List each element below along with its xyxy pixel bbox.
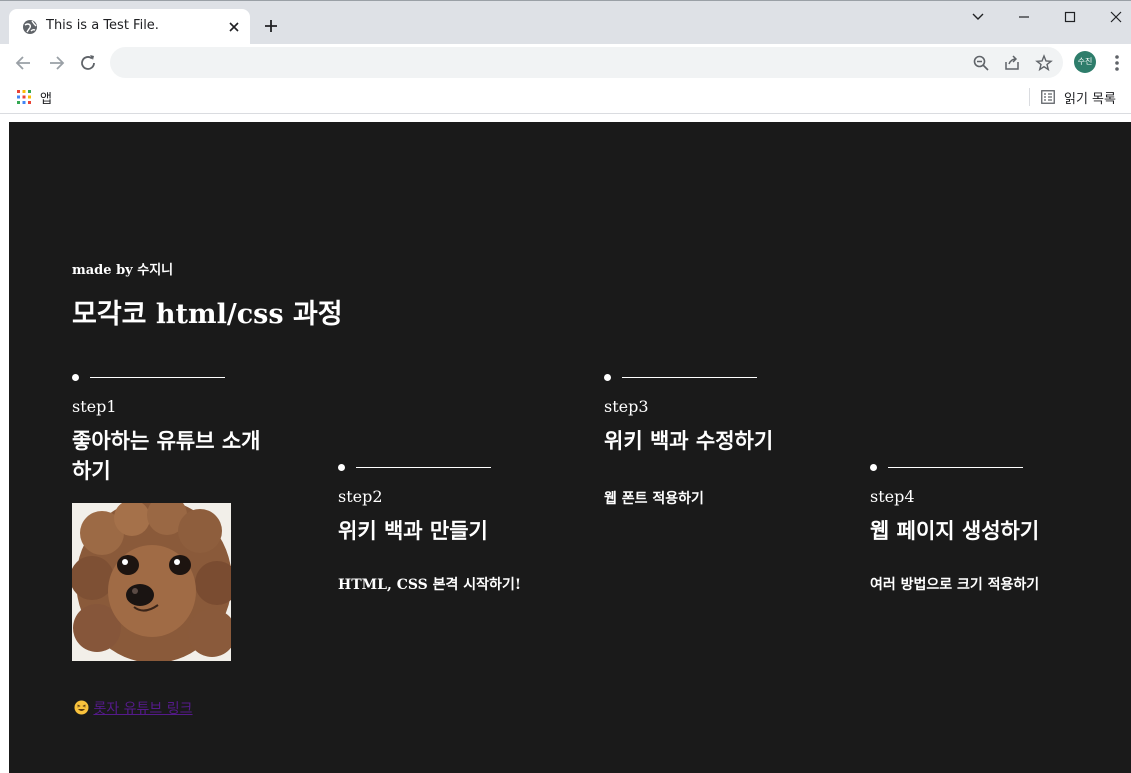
youtube-link[interactable]: 롯자 유튜브 링크: [93, 701, 192, 717]
step-marker: [604, 373, 844, 383]
share-icon[interactable]: [1003, 54, 1021, 72]
maximize-icon[interactable]: [1060, 7, 1080, 27]
forward-arrow-icon[interactable]: [45, 52, 67, 74]
zoom-out-icon[interactable]: [972, 54, 990, 72]
step-label: step2: [338, 487, 383, 506]
step-dot: [870, 464, 877, 471]
bookmark-separator: [1029, 88, 1030, 106]
step-description: HTML, CSS 본격 시작하기!: [338, 577, 521, 593]
step-dot: [72, 374, 79, 381]
page-title: 모각코 html/css 과정: [72, 299, 343, 330]
poodle-illustration: [72, 503, 231, 661]
step-dot: [604, 374, 611, 381]
step-4: step4 웹 페이지 생성하기 여러 방법으로 크기 적용하기: [870, 463, 1110, 594]
step-description: 여러 방법으로 크기 적용하기: [870, 577, 1040, 593]
step-2: step2 위키 백과 만들기 HTML, CSS 본격 시작하기!: [338, 463, 578, 594]
step-label: step3: [604, 397, 649, 416]
apps-grid-icon[interactable]: [16, 89, 32, 105]
reading-list-icon[interactable]: [1041, 90, 1055, 104]
step-heading: 위키 백과 수정하기: [604, 428, 774, 453]
step-description: 웹 폰트 적용하기: [604, 491, 704, 507]
step-dot: [338, 464, 345, 471]
browser-toolbar: 수진: [0, 44, 1131, 82]
minimize-icon[interactable]: [1014, 7, 1034, 27]
page-viewport: made by 수지니 모각코 html/css 과정 step1 좋아하는 유…: [9, 122, 1131, 773]
bookmarks-bar: 앱 읽기 목록: [0, 82, 1131, 114]
reload-icon[interactable]: [77, 52, 99, 74]
step-line: [356, 467, 491, 468]
step-label: step4: [870, 487, 915, 506]
browser-tab[interactable]: This is a Test File.: [9, 9, 250, 45]
back-arrow-icon[interactable]: [13, 52, 35, 74]
apps-bookmark-label[interactable]: 앱: [40, 88, 52, 107]
more-menu-icon[interactable]: [1110, 52, 1124, 74]
tab-strip: This is a Test File.: [0, 0, 1131, 45]
laughing-face-icon: [74, 700, 89, 715]
step-heading: 웹 페이지 생성하기: [870, 518, 1040, 543]
tab-title: This is a Test File.: [46, 18, 159, 33]
address-bar[interactable]: [110, 47, 1063, 78]
step-marker: [870, 463, 1110, 473]
star-icon[interactable]: [1035, 54, 1053, 72]
made-by-text: made by 수지니: [72, 263, 174, 278]
step-line: [888, 467, 1023, 468]
step-line: [90, 377, 225, 378]
globe-icon: [23, 20, 37, 34]
step-line: [622, 377, 757, 378]
step-marker: [338, 463, 578, 473]
dog-photo: [72, 503, 231, 661]
new-tab-icon[interactable]: [262, 17, 280, 35]
youtube-link-row: 롯자 유튜브 링크: [74, 698, 193, 718]
step-label: step1: [72, 397, 117, 416]
step-heading: 좋아하는 유튜브 소개하기: [72, 428, 261, 483]
reading-list-label[interactable]: 읽기 목록: [1064, 88, 1116, 107]
chevron-down-icon[interactable]: [968, 7, 988, 27]
step-3: step3 위키 백과 수정하기 웹 폰트 적용하기: [604, 373, 844, 508]
profile-avatar[interactable]: 수진: [1074, 51, 1096, 73]
step-heading: 위키 백과 만들기: [338, 518, 488, 543]
step-1: step1 좋아하는 유튜브 소개하기: [72, 373, 312, 486]
step-marker: [72, 373, 312, 383]
window-close-icon[interactable]: [1106, 7, 1126, 27]
close-icon[interactable]: [226, 19, 242, 35]
